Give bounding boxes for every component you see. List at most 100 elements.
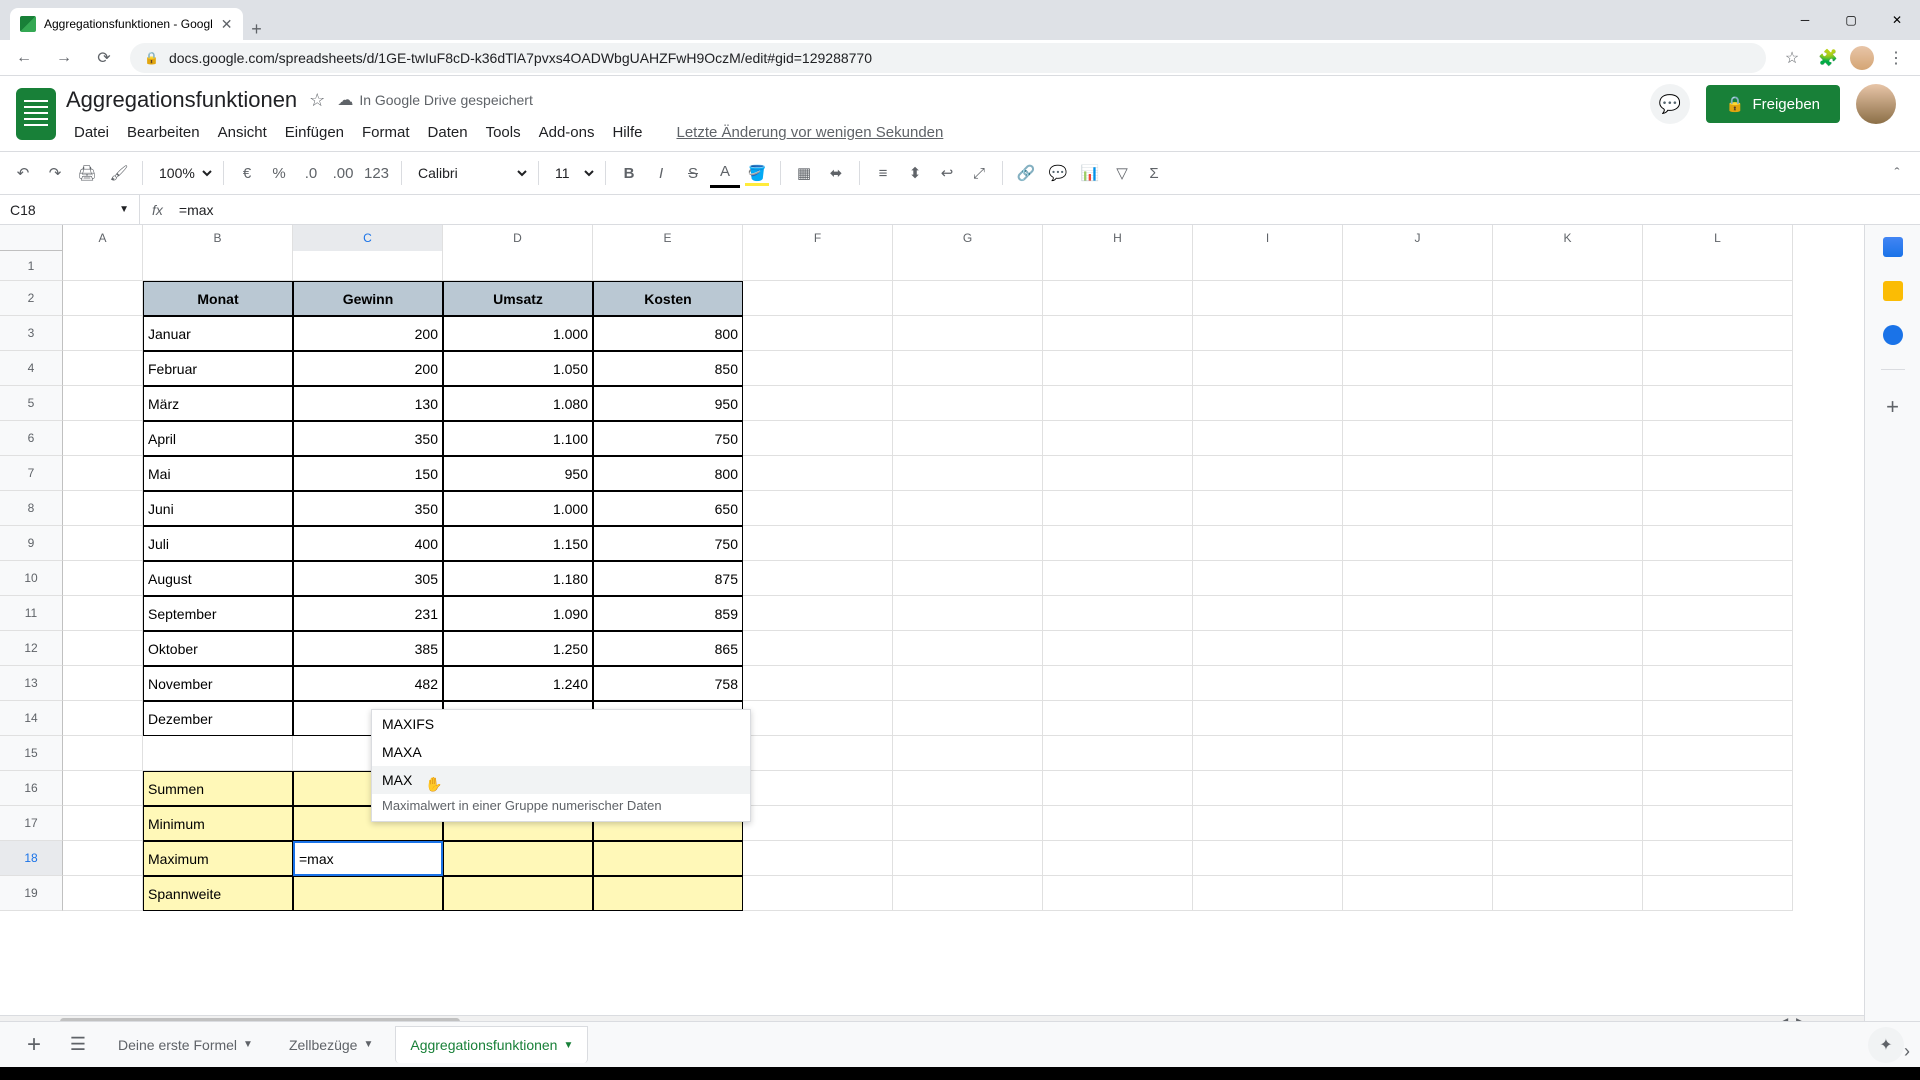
cell[interactable]: 865 [593, 631, 743, 666]
cell[interactable] [1643, 841, 1793, 876]
cell[interactable] [1193, 596, 1343, 631]
cell[interactable] [1493, 251, 1643, 281]
cell[interactable] [63, 666, 143, 701]
cell[interactable] [1643, 421, 1793, 456]
cell[interactable] [593, 876, 743, 911]
keep-icon[interactable] [1883, 281, 1903, 301]
cell[interactable] [1343, 421, 1493, 456]
col-header-f[interactable]: F [743, 225, 893, 251]
tasks-icon[interactable] [1883, 325, 1903, 345]
cell[interactable] [1193, 281, 1343, 316]
cell[interactable]: Summen [143, 771, 293, 806]
cell[interactable] [893, 386, 1043, 421]
zoom-select[interactable]: 100% [151, 160, 215, 186]
explore-icon[interactable]: ✦ [1868, 1027, 1904, 1063]
cell[interactable] [743, 251, 893, 281]
calendar-icon[interactable] [1883, 237, 1903, 257]
cell[interactable] [1043, 876, 1193, 911]
cell[interactable] [1043, 456, 1193, 491]
cell[interactable] [893, 596, 1043, 631]
user-avatar-icon[interactable] [1856, 84, 1896, 124]
url-input[interactable]: 🔒 docs.google.com/spreadsheets/d/1GE-twI… [130, 43, 1766, 73]
cell[interactable] [1343, 526, 1493, 561]
row-header[interactable]: 1 [0, 251, 63, 281]
cell[interactable]: 758 [593, 666, 743, 701]
cell[interactable]: Monat [143, 281, 293, 316]
cell[interactable] [1193, 701, 1343, 736]
cell[interactable] [743, 526, 893, 561]
cell[interactable]: 1.050 [443, 351, 593, 386]
italic-icon[interactable]: I [646, 158, 676, 188]
formula-input[interactable]: =max [175, 202, 1920, 218]
minimize-icon[interactable]: ─ [1782, 4, 1828, 36]
cell[interactable]: 1.250 [443, 631, 593, 666]
cell[interactable] [743, 666, 893, 701]
autocomplete-item[interactable]: MAXIFS [372, 710, 750, 738]
row-header[interactable]: 11 [0, 596, 63, 631]
cell[interactable] [1493, 386, 1643, 421]
row-header[interactable]: 18 [0, 841, 63, 876]
cell[interactable] [1343, 701, 1493, 736]
cell[interactable] [143, 251, 293, 281]
cell[interactable] [293, 876, 443, 911]
cell[interactable]: November [143, 666, 293, 701]
col-header-h[interactable]: H [1043, 225, 1193, 251]
cell[interactable] [1493, 351, 1643, 386]
col-header-b[interactable]: B [143, 225, 293, 251]
cell[interactable]: 800 [593, 316, 743, 351]
cell[interactable]: 859 [593, 596, 743, 631]
cell[interactable] [1193, 771, 1343, 806]
extension-icon[interactable]: 🧩 [1814, 48, 1842, 68]
borders-icon[interactable]: ▦ [789, 158, 819, 188]
col-header-i[interactable]: I [1193, 225, 1343, 251]
cell[interactable] [1493, 771, 1643, 806]
forward-icon[interactable]: → [50, 49, 78, 67]
cell[interactable]: Mai [143, 456, 293, 491]
comments-icon[interactable]: 💬 [1650, 84, 1690, 124]
col-header-j[interactable]: J [1343, 225, 1493, 251]
cell[interactable]: 350 [293, 491, 443, 526]
cell[interactable]: Umsatz [443, 281, 593, 316]
menu-dots-icon[interactable]: ⋮ [1882, 48, 1910, 68]
add-addon-icon[interactable]: + [1886, 394, 1899, 420]
cell[interactable] [1193, 421, 1343, 456]
paint-format-icon[interactable]: 🖌 [104, 158, 134, 188]
cell[interactable]: 875 [593, 561, 743, 596]
cell[interactable] [1643, 526, 1793, 561]
row-header[interactable]: 9 [0, 526, 63, 561]
cell[interactable] [63, 771, 143, 806]
cell[interactable] [1343, 876, 1493, 911]
cell[interactable] [63, 491, 143, 526]
cell[interactable] [1343, 631, 1493, 666]
cell[interactable]: 750 [593, 526, 743, 561]
text-color-icon[interactable]: A [710, 158, 740, 188]
menu-edit[interactable]: Bearbeiten [119, 120, 208, 145]
cell[interactable] [893, 631, 1043, 666]
cell[interactable] [1493, 456, 1643, 491]
row-header[interactable]: 2 [0, 281, 63, 316]
cell[interactable]: 1.240 [443, 666, 593, 701]
cell[interactable]: 750 [593, 421, 743, 456]
cell[interactable] [1343, 596, 1493, 631]
cell[interactable] [893, 771, 1043, 806]
cell[interactable]: Februar [143, 351, 293, 386]
col-header-g[interactable]: G [893, 225, 1043, 251]
cell[interactable] [1043, 316, 1193, 351]
menu-format[interactable]: Format [354, 120, 418, 145]
cell[interactable] [743, 456, 893, 491]
cell[interactable] [1193, 351, 1343, 386]
cell[interactable] [1493, 701, 1643, 736]
cell[interactable] [63, 281, 143, 316]
doc-title[interactable]: Aggregationsfunktionen [66, 87, 297, 113]
currency-icon[interactable]: € [232, 158, 262, 188]
cell[interactable] [743, 281, 893, 316]
cell[interactable] [743, 631, 893, 666]
cell[interactable] [1193, 736, 1343, 771]
cell[interactable] [1643, 736, 1793, 771]
print-icon[interactable]: 🖨 [72, 158, 102, 188]
cell[interactable]: 1.150 [443, 526, 593, 561]
sheet-tab[interactable]: Deine erste Formel ▼ [104, 1027, 267, 1063]
menu-insert[interactable]: Einfügen [277, 120, 352, 145]
cell[interactable]: 385 [293, 631, 443, 666]
row-header[interactable]: 3 [0, 316, 63, 351]
